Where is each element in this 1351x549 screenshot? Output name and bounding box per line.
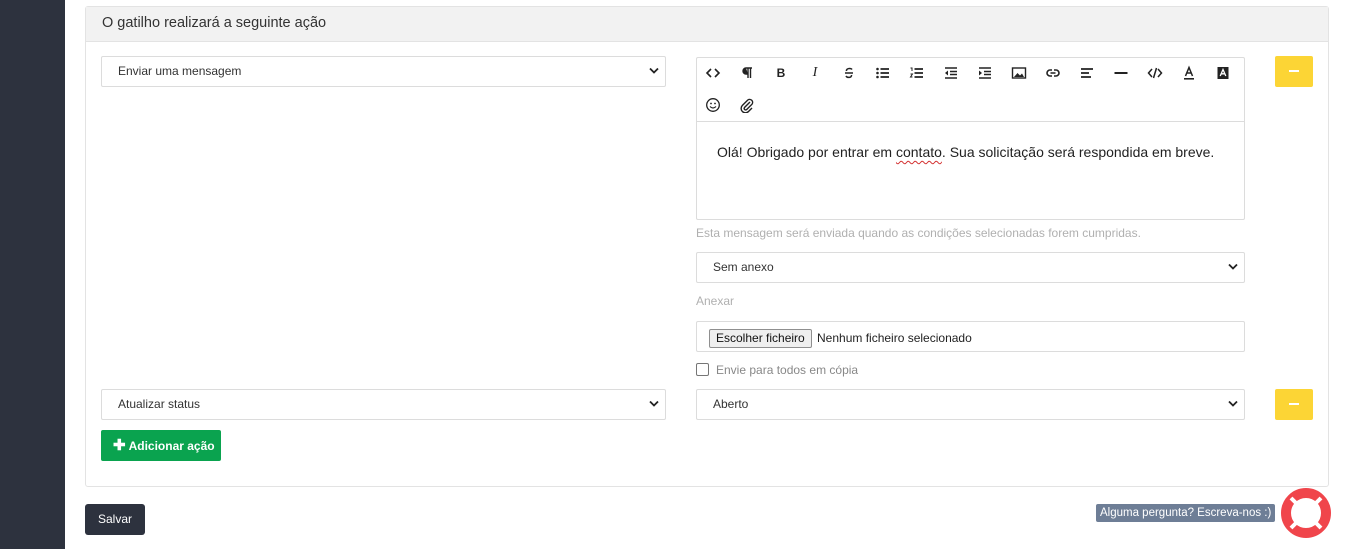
editor-content[interactable]: Olá! Obrigado por entrar em contato. Sua… bbox=[717, 144, 1214, 160]
attachment-label: Anexar bbox=[696, 294, 735, 308]
cc-checkbox[interactable] bbox=[696, 363, 709, 376]
file-input: Escolher ficheiro Nenhum ficheiro seleci… bbox=[696, 321, 1245, 352]
emoji-icon[interactable] bbox=[702, 94, 724, 116]
chevron-down-icon bbox=[649, 390, 659, 419]
ordered-list-icon[interactable] bbox=[906, 62, 928, 84]
help-text: Esta mensagem será enviada quando as con… bbox=[696, 226, 1141, 240]
attachment-icon[interactable] bbox=[736, 94, 758, 116]
content-text-start: Olá! Obrigado por entrar em bbox=[717, 144, 896, 160]
lifebuoy-icon[interactable] bbox=[1279, 486, 1333, 540]
action-type-select-1[interactable]: Enviar uma mensagem bbox=[101, 56, 666, 87]
action-type-value: Enviar uma mensagem bbox=[118, 64, 242, 78]
paragraph-icon[interactable] bbox=[736, 62, 758, 84]
attachment-select[interactable]: Sem anexo bbox=[696, 252, 1245, 283]
font-color-icon[interactable] bbox=[1178, 62, 1200, 84]
message-editor[interactable]: B I Olá! Obrigado por entrar em contato.… bbox=[696, 57, 1245, 220]
italic-icon[interactable]: I bbox=[804, 62, 826, 84]
content-text-end: . Sua solicitação será respondida em bre… bbox=[941, 144, 1215, 160]
cc-checkbox-label[interactable]: Envie para todos em cópia bbox=[716, 363, 858, 377]
indent-icon[interactable] bbox=[974, 62, 996, 84]
editor-toolbar: B I bbox=[697, 58, 1244, 122]
minus-icon bbox=[1289, 403, 1299, 405]
file-status: Nenhum ficheiro selecionado bbox=[817, 331, 972, 345]
save-button[interactable]: Salvar bbox=[85, 504, 145, 535]
action-type-select-2[interactable]: Atualizar status bbox=[101, 389, 666, 420]
attachment-select-value: Sem anexo bbox=[713, 260, 774, 274]
align-icon[interactable] bbox=[1076, 62, 1098, 84]
add-action-button[interactable]: ✚ Adicionar ação bbox=[101, 430, 221, 461]
outdent-icon[interactable] bbox=[940, 62, 962, 84]
chat-prompt[interactable]: Alguma pergunta? Escreva-nos :) bbox=[1096, 504, 1276, 522]
remove-action-button-1[interactable] bbox=[1275, 56, 1313, 87]
chevron-down-icon bbox=[1228, 253, 1238, 282]
status-value: Aberto bbox=[713, 397, 749, 411]
misspelled-word: contato bbox=[895, 144, 942, 160]
unordered-list-icon[interactable] bbox=[872, 62, 894, 84]
plus-icon: ✚ bbox=[113, 437, 126, 454]
remove-action-button-2[interactable] bbox=[1275, 389, 1313, 420]
bold-icon[interactable]: B bbox=[770, 62, 792, 84]
link-icon[interactable] bbox=[1042, 62, 1064, 84]
chevron-down-icon bbox=[1228, 390, 1238, 419]
action-type-value: Atualizar status bbox=[118, 397, 201, 411]
left-sidebar bbox=[0, 0, 65, 549]
image-icon[interactable] bbox=[1008, 62, 1030, 84]
section-title: O gatilho realizará a seguinte ação bbox=[86, 7, 1328, 42]
add-action-label: Adicionar ação bbox=[128, 439, 215, 453]
code-view-icon[interactable] bbox=[702, 62, 724, 84]
code-icon[interactable] bbox=[1144, 62, 1166, 84]
strikethrough-icon[interactable] bbox=[838, 62, 860, 84]
choose-file-button[interactable]: Escolher ficheiro bbox=[709, 329, 812, 348]
minus-icon bbox=[1289, 70, 1299, 72]
horizontal-rule-icon[interactable] bbox=[1110, 62, 1132, 84]
background-color-icon[interactable] bbox=[1212, 62, 1234, 84]
status-select[interactable]: Aberto bbox=[696, 389, 1245, 420]
chevron-down-icon bbox=[649, 57, 659, 86]
